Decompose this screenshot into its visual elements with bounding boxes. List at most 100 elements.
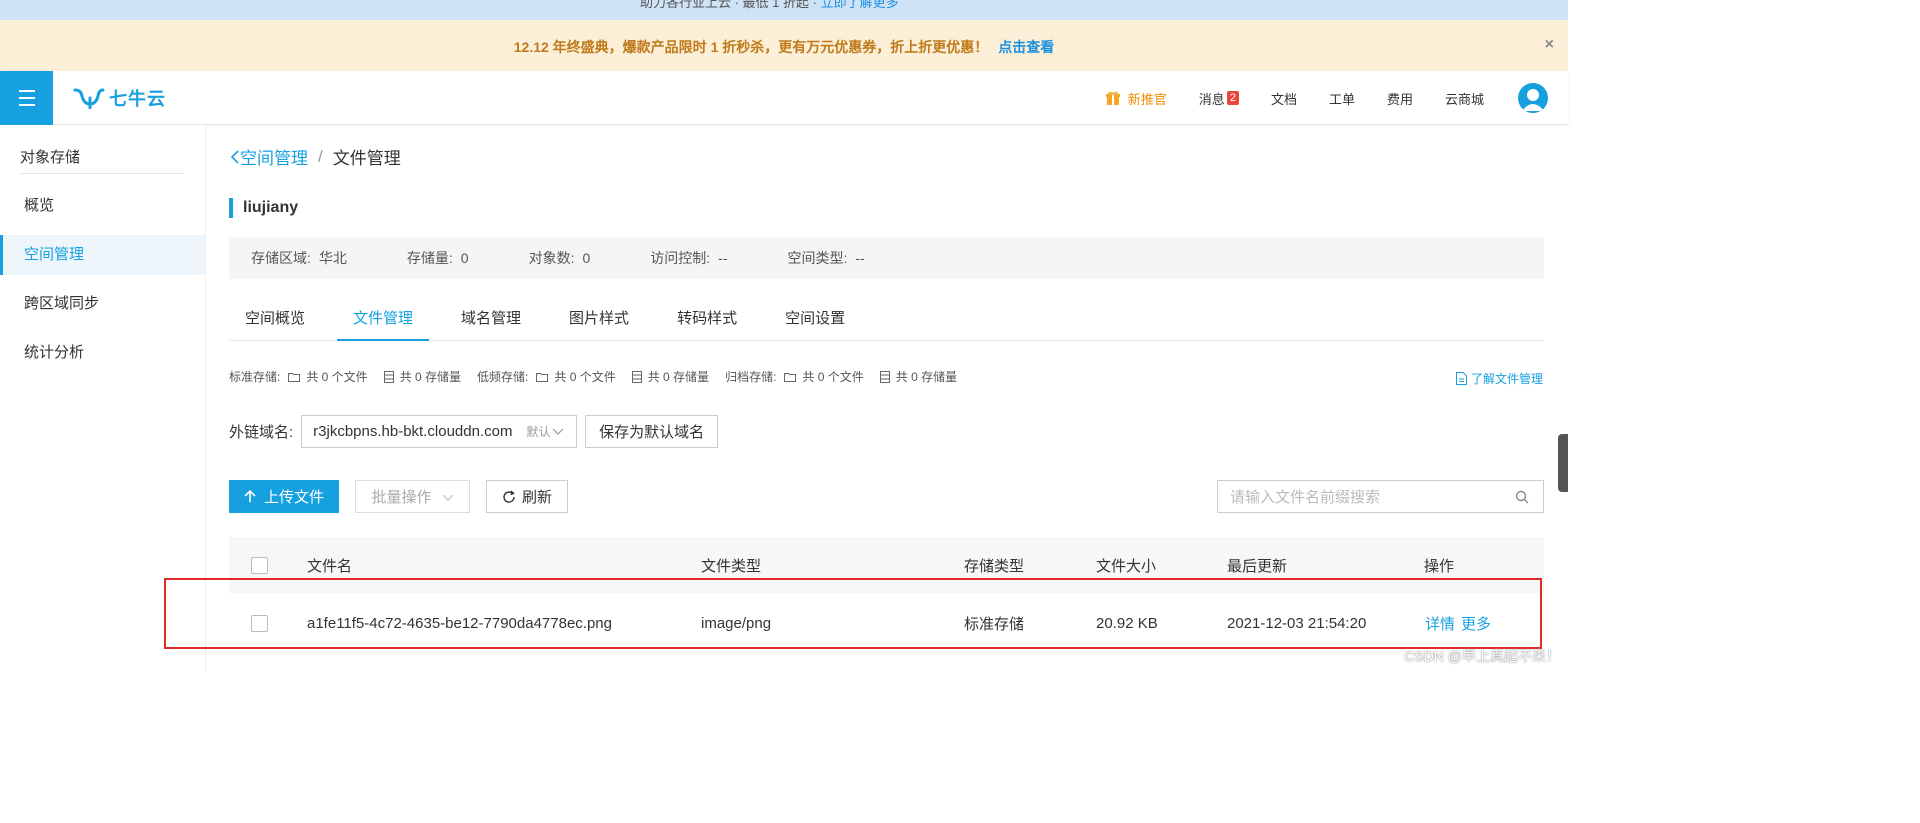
tab-bucket-settings[interactable]: 空间设置 <box>769 299 861 341</box>
storage-icon <box>383 370 394 383</box>
storage-icon <box>879 370 890 383</box>
sidebar-item-statistics[interactable]: 统计分析 <box>0 333 205 373</box>
low-freq-storage-label: 低频存储: <box>477 370 529 384</box>
stat-region: 存储区域: 华北 <box>251 248 347 268</box>
standard-storage-label: 标准存储: <box>229 370 281 384</box>
stat-access: 访问控制: -- <box>650 248 727 268</box>
document-icon <box>1455 372 1467 385</box>
header-file-size[interactable]: 文件大小 <box>1096 554 1156 576</box>
billing-link[interactable]: 费用 <box>1387 89 1413 108</box>
search-icon[interactable] <box>1515 490 1529 504</box>
avatar[interactable] <box>1518 83 1548 113</box>
top-banner-message: 助力各行业上云 · 最低 1 折起 · <box>640 0 821 10</box>
batch-operations-label: 批量操作 <box>371 489 432 506</box>
header-last-updated[interactable]: 最后更新 <box>1227 554 1287 576</box>
tab-image-styles[interactable]: 图片样式 <box>553 299 645 341</box>
tab-file-management[interactable]: 文件管理 <box>337 299 430 341</box>
header-operations: 操作 <box>1424 558 1455 575</box>
close-icon[interactable]: × <box>1545 36 1554 54</box>
promo-message: 12.12 年终盛典，爆款产品限时 1 折秒杀，更有万元优惠券，折上折更优惠！ <box>513 39 989 55</box>
top-banner-text: 助力各行业上云 · 最低 1 折起 · 立即了解更多 <box>640 0 899 11</box>
stat-storage: 存储量: 0 <box>407 248 469 268</box>
sidebar-title: 对象存储 <box>20 149 81 166</box>
learn-file-management-label: 了解文件管理 <box>1470 372 1543 386</box>
bucket-title-marker <box>229 198 233 218</box>
tab-overview[interactable]: 空间概览 <box>229 299 321 341</box>
domain-default-tag: 默认 <box>526 425 551 439</box>
bucket-tabs: 空间概览 文件管理 域名管理 图片样式 转码样式 空间设置 <box>229 299 1544 341</box>
standard-storage-summary: 标准存储: 共 0 个文件 共 0 存储量 <box>229 368 461 385</box>
learn-file-management-link[interactable]: 了解文件管理 <box>1455 370 1543 387</box>
arrow-up-icon <box>244 490 256 502</box>
logo[interactable]: 七牛云 <box>73 85 166 111</box>
domain-select[interactable]: r3jkcbpns.hb-bkt.clouddn.com 默认 <box>301 415 578 448</box>
domain-row: 外链域名: r3jkcbpns.hb-bkt.clouddn.com 默认 保存… <box>229 415 719 448</box>
stat-access-value: -- <box>718 250 728 266</box>
chevron-down-icon <box>442 494 453 501</box>
tab-domain-management[interactable]: 域名管理 <box>445 299 537 341</box>
new-promoter-label: 新推官 <box>1127 91 1167 107</box>
header-storage-type[interactable]: 存储类型 <box>964 554 1024 576</box>
header-file-name[interactable]: 文件名 <box>307 554 352 576</box>
domain-label: 外链域名: <box>229 424 294 441</box>
batch-operations-dropdown[interactable]: 批量操作 <box>355 480 470 513</box>
tickets-link[interactable]: 工单 <box>1329 89 1355 108</box>
breadcrumb-back-label: 空间管理 <box>240 149 308 168</box>
top-banner-link[interactable]: 立即了解更多 <box>821 0 899 10</box>
messages-count-badge: 2 <box>1226 91 1239 105</box>
refresh-button[interactable]: 刷新 <box>486 480 568 513</box>
promo-text: 12.12 年终盛典，爆款产品限时 1 折秒杀，更有万元优惠券，折上折更优惠！ 点… <box>0 37 1568 57</box>
chevron-left-icon <box>230 149 239 164</box>
upload-file-button[interactable]: 上传文件 <box>229 480 339 513</box>
logo-text: 七牛云 <box>109 89 166 109</box>
top-banner: 助力各行业上云 · 最低 1 折起 · 立即了解更多 <box>0 0 1568 20</box>
logo-icon <box>73 88 105 109</box>
sidebar-item-bucket-management[interactable]: 空间管理 <box>0 235 205 275</box>
header-nav: 新推官 消息 2 文档 工单 费用 云商城 <box>1105 71 1568 125</box>
breadcrumb-back-link[interactable]: 空间管理 <box>230 144 308 169</box>
file-actions: 上传文件 批量操作 刷新 请输入文件名前缀搜索 <box>229 480 1544 513</box>
upload-file-label: 上传文件 <box>263 489 324 506</box>
messages-link[interactable]: 消息 2 <box>1199 89 1239 108</box>
floating-side-widget[interactable] <box>1558 434 1568 492</box>
sidebar-item-overview[interactable]: 概览 <box>0 186 205 226</box>
stat-type-label: 空间类型: <box>787 250 848 266</box>
bucket-stats-bar: 存储区域: 华北 存储量: 0 对象数: 0 访问控制: -- 空间类型: -- <box>229 237 1544 279</box>
bucket-title: liujiany <box>229 198 298 218</box>
stat-objects-label: 对象数: <box>528 250 575 266</box>
refresh-label: 刷新 <box>521 489 552 506</box>
save-default-domain-button[interactable]: 保存为默认域名 <box>585 415 719 448</box>
domain-value: r3jkcbpns.hb-bkt.clouddn.com <box>313 423 513 440</box>
standard-file-count: 共 0 个文件 <box>306 370 368 384</box>
new-promoter-link[interactable]: 新推官 <box>1105 89 1167 108</box>
standard-storage-size: 共 0 存储量 <box>399 370 462 384</box>
messages-label: 消息 <box>1198 91 1225 107</box>
low-freq-storage-size: 共 0 存储量 <box>647 370 710 384</box>
breadcrumb: 空间管理 / 文件管理 <box>230 144 401 169</box>
folder-icon <box>536 372 549 382</box>
highlight-annotation-box <box>164 578 1542 649</box>
stat-access-label: 访问控制: <box>650 250 711 266</box>
refresh-icon <box>503 490 515 503</box>
tab-transcode-styles[interactable]: 转码样式 <box>661 299 753 341</box>
stat-storage-value: 0 <box>460 250 469 266</box>
storage-icon <box>631 370 642 383</box>
low-freq-storage-summary: 低频存储: 共 0 个文件 共 0 存储量 <box>477 368 709 385</box>
breadcrumb-current: 文件管理 <box>332 149 401 168</box>
sidebar-item-cross-region-sync[interactable]: 跨区域同步 <box>0 284 205 324</box>
folder-icon <box>288 372 301 382</box>
file-search-input[interactable]: 请输入文件名前缀搜索 <box>1217 480 1544 513</box>
chevron-down-icon <box>552 428 564 435</box>
gift-icon <box>1105 91 1120 105</box>
market-link[interactable]: 云商城 <box>1445 89 1484 108</box>
header-file-type[interactable]: 文件类型 <box>701 554 761 576</box>
select-all-checkbox[interactable] <box>251 556 268 574</box>
stat-storage-label: 存储量: <box>406 250 453 266</box>
hamburger-menu-button[interactable] <box>0 71 53 125</box>
promo-link[interactable]: 点击查看 <box>998 39 1054 55</box>
stat-region-value: 华北 <box>318 250 347 266</box>
low-freq-file-count: 共 0 个文件 <box>554 370 616 384</box>
archive-storage-summary: 归档存储: 共 0 个文件 共 0 存储量 <box>725 368 957 385</box>
archive-storage-size: 共 0 存储量 <box>895 370 958 384</box>
docs-link[interactable]: 文档 <box>1271 89 1297 108</box>
